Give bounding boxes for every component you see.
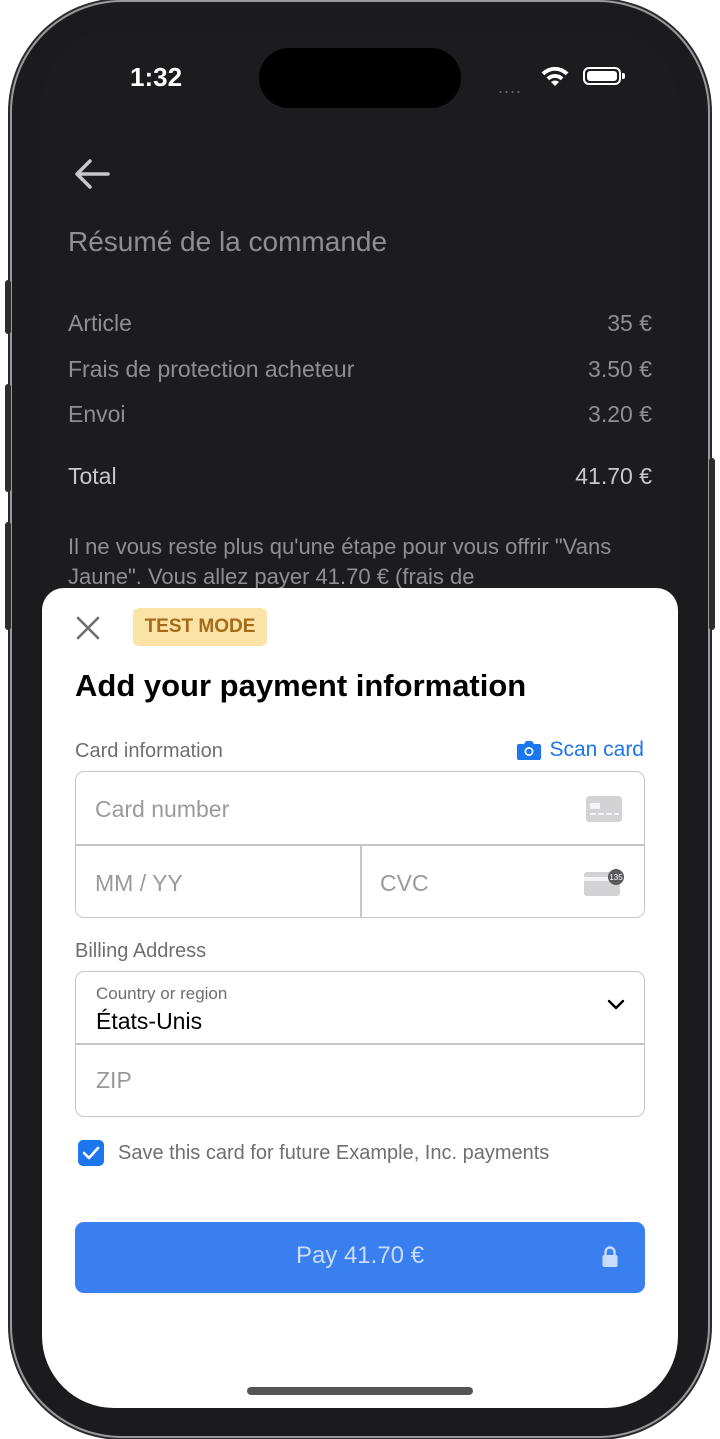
chevron-down-icon <box>607 999 625 1010</box>
pay-button-label: Pay 41.70 € <box>295 1242 425 1269</box>
signal-icon: .... <box>498 77 523 97</box>
home-indicator[interactable] <box>247 1387 473 1395</box>
cvc-icon: 135 <box>584 869 624 896</box>
battery-icon <box>583 67 625 85</box>
back-arrow-icon[interactable] <box>72 156 112 192</box>
order-note: Il ne vous reste plus qu'une étape pour … <box>68 534 612 589</box>
card-information-box: Card number MM / YY CVC 135 <box>75 771 645 918</box>
volume-up-button <box>5 384 11 492</box>
summary-row-label: Article <box>68 310 132 336</box>
summary-row-label: Frais de protection acheteur <box>68 356 355 382</box>
summary-row-shipping: Envoi 3.20 € <box>68 401 652 428</box>
summary-row-value: 35 € <box>607 310 652 336</box>
wifi-icon <box>541 66 569 86</box>
order-summary-title: Résumé de la commande <box>68 226 388 257</box>
summary-row-article: Article 35 € <box>68 310 652 337</box>
save-card-row[interactable]: Save this card for future Example, Inc. … <box>78 1140 549 1166</box>
cvc-icon-text: 135 <box>609 873 623 882</box>
scan-card-label: Scan card <box>549 738 644 761</box>
cvc-input[interactable]: CVC <box>380 870 429 897</box>
summary-row-value: 3.20 € <box>588 401 652 427</box>
total-value: 41.70 € <box>575 463 652 489</box>
country-label: Country or region <box>96 984 228 1003</box>
save-card-checkbox[interactable] <box>78 1140 104 1166</box>
billing-address-label: Billing Address <box>75 940 207 962</box>
close-icon[interactable] <box>74 614 102 642</box>
card-brand-icon <box>586 796 622 822</box>
volume-down-button <box>5 522 11 630</box>
divider <box>360 845 362 917</box>
mute-switch <box>5 280 11 334</box>
status-time: 1:32 <box>130 62 183 92</box>
divider <box>76 1043 644 1045</box>
card-information-label: Card information <box>75 740 223 762</box>
payment-sheet: TEST MODE Add your payment information C… <box>42 588 678 1408</box>
total-label: Total <box>68 463 117 489</box>
lock-icon <box>602 1246 618 1267</box>
summary-row-total: Total 41.70 € <box>68 463 652 490</box>
pay-button[interactable]: Pay 41.70 € <box>75 1222 645 1293</box>
country-select[interactable]: Country or region États-Unis <box>76 972 644 1043</box>
expiry-input[interactable]: MM / YY <box>95 870 183 897</box>
power-button <box>709 458 715 630</box>
billing-address-box: Country or region États-Unis ZIP <box>75 971 645 1117</box>
screen: 1:32 .... Résumé de la commande Article … <box>42 30 678 1408</box>
summary-row-label: Envoi <box>68 401 126 427</box>
sheet-title: Add your payment information <box>75 668 527 703</box>
country-value: États-Unis <box>96 1008 203 1034</box>
test-mode-badge: TEST MODE <box>133 608 267 646</box>
card-number-input[interactable]: Card number <box>95 796 229 823</box>
zip-input[interactable]: ZIP <box>96 1067 132 1094</box>
dynamic-island <box>259 48 461 108</box>
save-card-label: Save this card for future Example, Inc. … <box>118 1141 550 1164</box>
summary-row-value: 3.50 € <box>588 356 652 382</box>
scan-card-button[interactable]: Scan card <box>517 738 644 762</box>
camera-icon <box>517 741 542 760</box>
summary-row-protection: Frais de protection acheteur 3.50 € <box>68 356 652 383</box>
checkmark-icon <box>82 1146 100 1160</box>
